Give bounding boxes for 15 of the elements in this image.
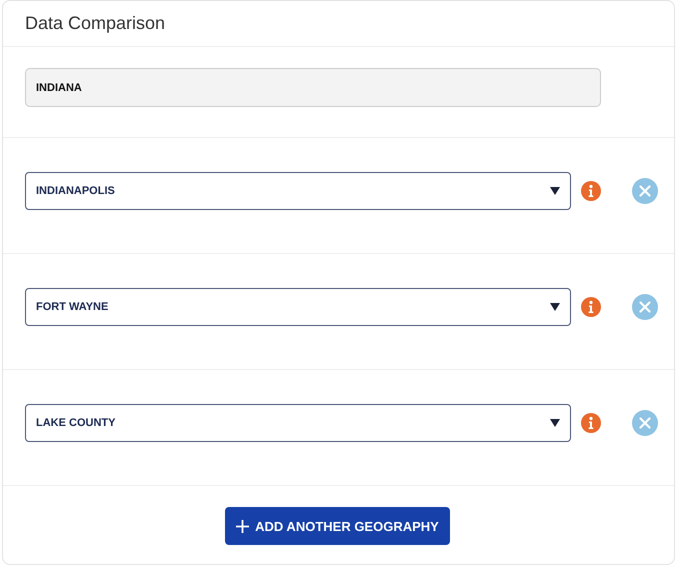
info-icon[interactable] [581,297,601,317]
geography-dropdown[interactable]: FORT WAYNE [25,288,571,326]
add-geography-button[interactable]: ADD ANOTHER GEOGRAPHY [225,507,450,545]
close-icon[interactable] [632,410,658,436]
close-icon[interactable] [632,294,658,320]
caret-icon [550,303,560,311]
close-icon[interactable] [632,178,658,204]
caret-icon [550,187,560,195]
caret-icon [550,419,560,427]
info-icon[interactable] [581,413,601,433]
geography-dropdown[interactable]: LAKE COUNTY [25,404,571,442]
panel-title: Data Comparison [25,13,166,34]
info-icon[interactable] [581,181,601,201]
geography-dropdown[interactable]: INDIANAPOLIS [25,172,571,210]
plus-icon [236,520,250,532]
